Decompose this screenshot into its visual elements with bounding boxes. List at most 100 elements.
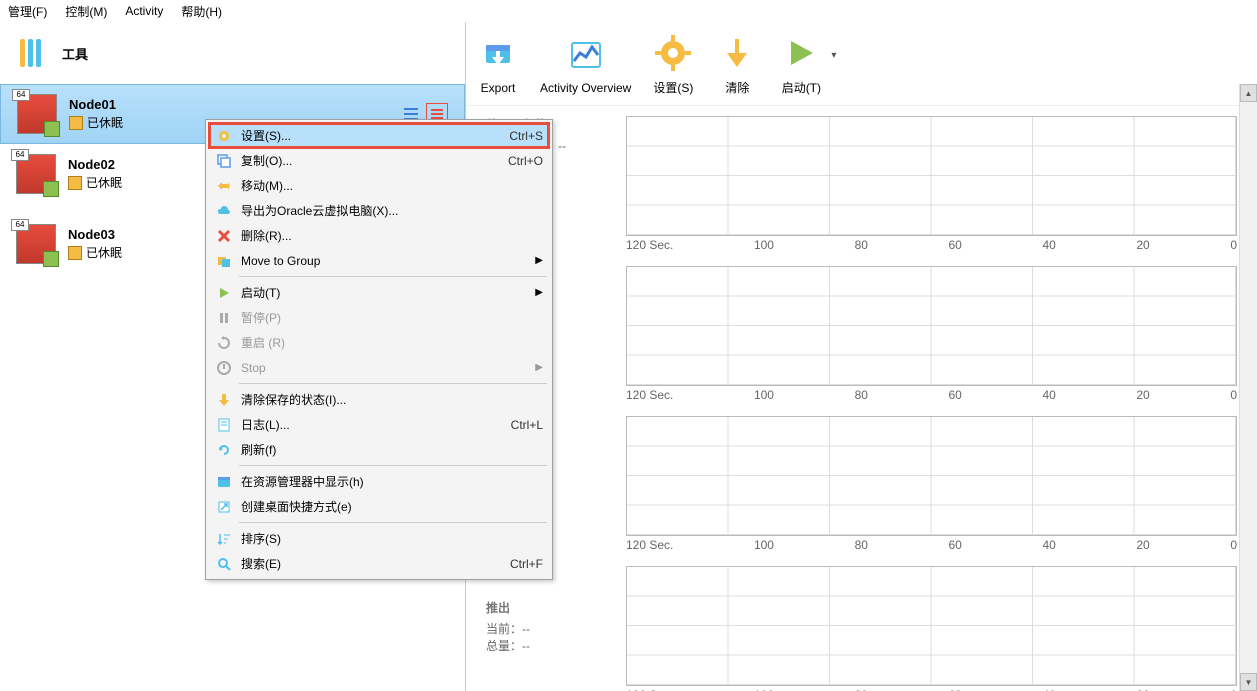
ctx-label: 清除保存的状态(I)... [241,391,543,408]
ctx-discard-item[interactable]: 清除保存的状态(I)... [209,387,549,412]
vm-status-icon [43,181,59,197]
scroll-up-icon[interactable]: ▲ [1240,84,1257,102]
chart-2: 120 Sec.100806040200 [626,416,1237,558]
cloud-icon [213,202,235,220]
toolbar-activity-button[interactable]: Activity Overview [540,33,631,95]
menu-activity[interactable]: Activity [125,4,163,18]
ctx-label: Stop [241,361,543,375]
ctx-reset-item: 重启 (R) [209,330,549,355]
sort-icon [213,530,235,548]
net-title: 推出 [486,599,616,616]
charts-area: 处理器负载 虚拟机负载：-- 负载：-- -- -- 推出 当前：-- 总量：-… [466,106,1257,691]
ctx-clone-item[interactable]: 复制(O)...Ctrl+O [209,148,549,173]
ctx-search-item[interactable]: 搜索(E)Ctrl+F [209,551,549,576]
vm-status-icon [44,121,60,137]
toolbar-start-button[interactable]: 启动(T) [779,31,823,96]
ctx-label: 导出为Oracle云虚拟电脑(X)... [241,202,543,219]
vm-state: 已休眠 [68,174,122,191]
chart-canvas [626,266,1237,386]
ctx-gear-item[interactable]: 设置(S)...Ctrl+S [209,123,549,148]
submenu-arrow-icon: ▶ [535,255,543,266]
submenu-arrow-icon: ▶ [535,287,543,298]
ctx-refresh-item[interactable]: 刷新(f) [209,437,549,462]
net-current: 当前：-- [486,620,616,637]
axis-tick: 60 [949,388,962,402]
chart-1: 120 Sec.100806040200 [626,266,1237,408]
group-icon [213,252,235,270]
ctx-label: 排序(S) [241,530,543,547]
menu-control[interactable]: 控制(M) [65,3,107,20]
search-icon [213,555,235,573]
vm-thumb-icon: 64 [16,154,56,194]
chart-axis: 120 Sec.100806040200 [626,536,1237,558]
chart-canvas [626,416,1237,536]
ctx-shortcut: Ctrl+O [508,154,543,168]
ctx-cloud-item[interactable]: 导出为Oracle云虚拟电脑(X)... [209,198,549,223]
axis-tick: 20 [1136,238,1149,252]
axis-tick: 80 [855,538,868,552]
ctx-pause-item: 暂停(P) [209,305,549,330]
pause-icon [213,309,235,327]
gear-icon [651,31,695,75]
vm-name: Node01 [69,97,123,112]
ctx-label: 创建桌面快捷方式(e) [241,498,543,515]
axis-tick: 40 [1042,388,1055,402]
submenu-arrow-icon: ▶ [535,362,543,373]
menu-file[interactable]: 管理(F) [8,3,47,20]
vm-name: Node03 [68,227,122,242]
axis-tick: 80 [855,388,868,402]
refresh-icon [213,441,235,459]
vm-thumb-icon: 64 [16,224,56,264]
scroll-down-icon[interactable]: ▼ [1240,673,1257,691]
vm-64-badge: 64 [11,219,29,231]
tools-label: 工具 [62,44,88,63]
saved-state-icon [68,246,82,260]
saved-state-icon [69,116,83,130]
ctx-label: 日志(L)... [241,416,511,433]
activity-icon [564,33,608,77]
toolbar-discard-button[interactable]: 清除 [715,31,759,96]
start-icon [213,284,235,302]
toolbar: Export Activity Overview 设置(S) 清除启动(T) ▾ [466,22,1257,106]
axis-tick: 20 [1136,388,1149,402]
menu-separator [239,522,547,523]
explorer-icon [213,473,235,491]
toolbar-label: Export [481,81,516,95]
chart-0: 120 Sec.100806040200 [626,116,1237,258]
menubar: 管理(F) 控制(M) Activity 帮助(H) [0,0,1257,22]
axis-tick: 100 [754,538,774,552]
ctx-delete-item[interactable]: 删除(R)... [209,223,549,248]
ctx-move-item[interactable]: 移动(M)... [209,173,549,198]
chart-axis: 120 Sec.100806040200 [626,686,1237,691]
ctx-label: 搜索(E) [241,555,510,572]
discard-icon [213,391,235,409]
reset-icon [213,334,235,352]
ctx-group-item[interactable]: Move to Group▶ [209,248,549,273]
ctx-label: 移动(M)... [241,177,543,194]
toolbar-gear-button[interactable]: 设置(S) [651,31,695,96]
toolbar-export-button[interactable]: Export [476,33,520,95]
ctx-label: 刷新(f) [241,441,543,458]
scroll-track[interactable] [1240,102,1257,673]
ctx-shortcut: Ctrl+S [509,129,543,143]
axis-tick: 0 [1230,538,1237,552]
axis-tick: 80 [855,238,868,252]
ctx-sort-item[interactable]: 排序(S) [209,526,549,551]
axis-tick: 0 [1230,388,1237,402]
menu-help[interactable]: 帮助(H) [181,3,222,20]
tools-section[interactable]: 工具 [0,22,465,84]
vm-state: 已休眠 [68,244,122,261]
menu-separator [239,276,547,277]
axis-tick: 100 [754,388,774,402]
toolbar-dropdown-arrow[interactable]: ▾ [831,50,836,61]
ctx-stop-item: Stop▶ [209,355,549,380]
ctx-shortcut-item[interactable]: 创建桌面快捷方式(e) [209,494,549,519]
discard-icon [715,31,759,75]
context-menu: 设置(S)...Ctrl+S复制(O)...Ctrl+O移动(M)...导出为O… [205,119,553,580]
menu-separator [239,465,547,466]
ctx-label: 设置(S)... [241,127,509,144]
ctx-start-item[interactable]: 启动(T)▶ [209,280,549,305]
vertical-scrollbar[interactable]: ▲ ▼ [1239,84,1257,691]
ctx-explorer-item[interactable]: 在资源管理器中显示(h) [209,469,549,494]
ctx-log-item[interactable]: 日志(L)...Ctrl+L [209,412,549,437]
